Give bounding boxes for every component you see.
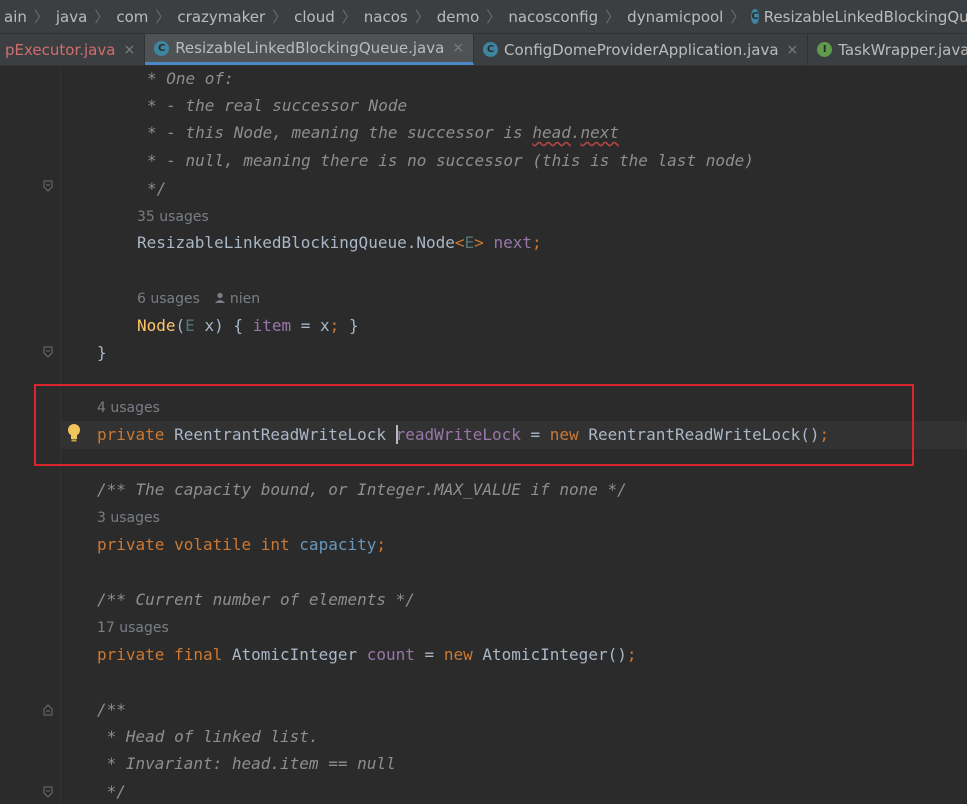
code-method: Node [137, 316, 176, 335]
tab-label: pExecutor.java [5, 40, 116, 59]
breadcrumb-item[interactable]: java [52, 8, 91, 26]
breadcrumb-item[interactable]: ResizableLinkedBlockingQueue [764, 8, 967, 26]
usages-count: 6 usages [137, 291, 200, 307]
chevron-right-icon: 〉 [730, 8, 746, 26]
code-type: ResizableLinkedBlockingQueue.Node [137, 233, 455, 252]
chevron-right-icon: 〉 [94, 8, 110, 26]
code-editor[interactable]: * One of: * - the real successor Node * … [0, 66, 967, 804]
breadcrumb-item[interactable]: cloud [290, 8, 339, 26]
code-keyword: private final [97, 645, 223, 664]
usages-hint[interactable]: 17 usages [97, 619, 169, 637]
tab-label: ConfigDomeProviderApplication.java [504, 40, 779, 59]
code-generic: E [185, 316, 195, 335]
breadcrumb-item[interactable]: com [112, 8, 152, 26]
breadcrumb-item[interactable]: nacosconfig [504, 8, 602, 26]
code-text: = [414, 645, 444, 664]
code-text: = x [291, 316, 330, 335]
tab-resizable-linked-blocking-queue[interactable]: C ResizableLinkedBlockingQueue.java × [145, 34, 475, 65]
breadcrumb-item[interactable]: nacos [360, 8, 412, 26]
code-keyword: new [443, 645, 473, 664]
code-field: item [252, 316, 292, 335]
class-icon: C [751, 9, 759, 24]
usages-hint[interactable]: 6 usages nien [137, 290, 260, 308]
comment-link: head [532, 123, 571, 142]
code-comment: * - the real successor Node [147, 96, 408, 115]
fold-marker-icon[interactable] [43, 704, 53, 716]
code-comment: * Invariant: head.item == null [97, 754, 396, 773]
code-comment: */ [97, 782, 126, 801]
tab-config-dome-provider-application[interactable]: C ConfigDomeProviderApplication.java × [474, 34, 809, 65]
code-type: AtomicInteger [222, 645, 367, 664]
usages-hint[interactable]: 3 usages [97, 509, 160, 527]
code-comment: */ [147, 179, 167, 198]
code-field: count [366, 645, 415, 664]
tab-label: ResizableLinkedBlockingQueue.java [175, 39, 445, 57]
code-field: capacity [299, 535, 377, 554]
code-punct: ( [175, 316, 186, 335]
breadcrumb-item[interactable]: ain [0, 8, 31, 26]
code-text: AtomicInteger() [472, 645, 627, 664]
breadcrumb: ain 〉 java 〉 com 〉 crazymaker 〉 cloud 〉 nacos… [0, 0, 967, 34]
code-keyword: private volatile int [97, 535, 290, 554]
code-field: next [493, 233, 532, 252]
person-icon [214, 291, 226, 303]
code-punct: ; [376, 535, 386, 554]
interface-icon: I [817, 42, 833, 57]
chevron-right-icon: 〉 [486, 8, 502, 26]
editor-tabs: pExecutor.java × C ResizableLinkedBlocki… [0, 34, 967, 66]
code-comment: * - null, meaning there is no successor … [147, 151, 754, 170]
code-text: } [339, 316, 359, 335]
code-line: ResizableLinkedBlockingQueue.Node<E> nex… [137, 233, 542, 253]
comment-link: next [580, 123, 620, 142]
code-line: } [97, 343, 107, 362]
code-punct: ; [531, 233, 542, 252]
code-punct: > [474, 233, 484, 252]
code-comment: /** Current number of elements */ [97, 590, 415, 609]
code-comment: * - this Node, meaning the successor is … [147, 123, 619, 143]
code-generic: E [464, 233, 475, 252]
tab-executor[interactable]: pExecutor.java × [0, 34, 146, 65]
chevron-right-icon: 〉 [155, 8, 171, 26]
close-icon[interactable]: × [452, 40, 464, 56]
code-text: x) { [194, 316, 253, 335]
code-line: private volatile int capacity; [97, 535, 386, 555]
breadcrumb-item[interactable]: demo [433, 8, 484, 26]
code-comment: * One of: [147, 69, 234, 88]
tab-label: TaskWrapper.java [838, 40, 967, 59]
chevron-right-icon: 〉 [33, 8, 49, 26]
class-icon: C [483, 42, 499, 57]
code-comment: /** The capacity bound, or Integer.MAX_V… [97, 480, 627, 499]
fold-marker-icon[interactable] [43, 346, 53, 358]
author-name: nien [229, 291, 261, 307]
code-comment: * Head of linked list. [97, 727, 319, 746]
code-comment: /** [97, 700, 126, 719]
code-punct: ; [329, 316, 340, 335]
fold-marker-icon[interactable] [43, 180, 53, 192]
close-icon[interactable]: × [787, 42, 799, 58]
usages-hint[interactable]: 35 usages [137, 208, 209, 226]
code-line: Node(E x) { item = x; } [137, 316, 359, 336]
class-icon: C [154, 40, 170, 56]
chevron-right-icon: 〉 [605, 8, 621, 26]
breadcrumb-item[interactable]: crazymaker [173, 8, 269, 26]
chevron-right-icon: 〉 [414, 8, 430, 26]
chevron-right-icon: 〉 [272, 8, 288, 26]
code-punct: < [454, 233, 465, 252]
tab-task-wrapper[interactable]: I TaskWrapper.java [808, 34, 967, 65]
code-line: private final AtomicInteger count = new … [97, 645, 636, 665]
comment-text: * - this Node, meaning the successor is [147, 123, 533, 142]
fold-marker-icon[interactable] [43, 786, 53, 798]
code-punct: ; [626, 645, 637, 664]
close-icon[interactable]: × [123, 42, 135, 58]
chevron-right-icon: 〉 [341, 8, 357, 26]
annotation-box [34, 384, 914, 466]
breadcrumb-item[interactable]: dynamicpool [623, 8, 727, 26]
